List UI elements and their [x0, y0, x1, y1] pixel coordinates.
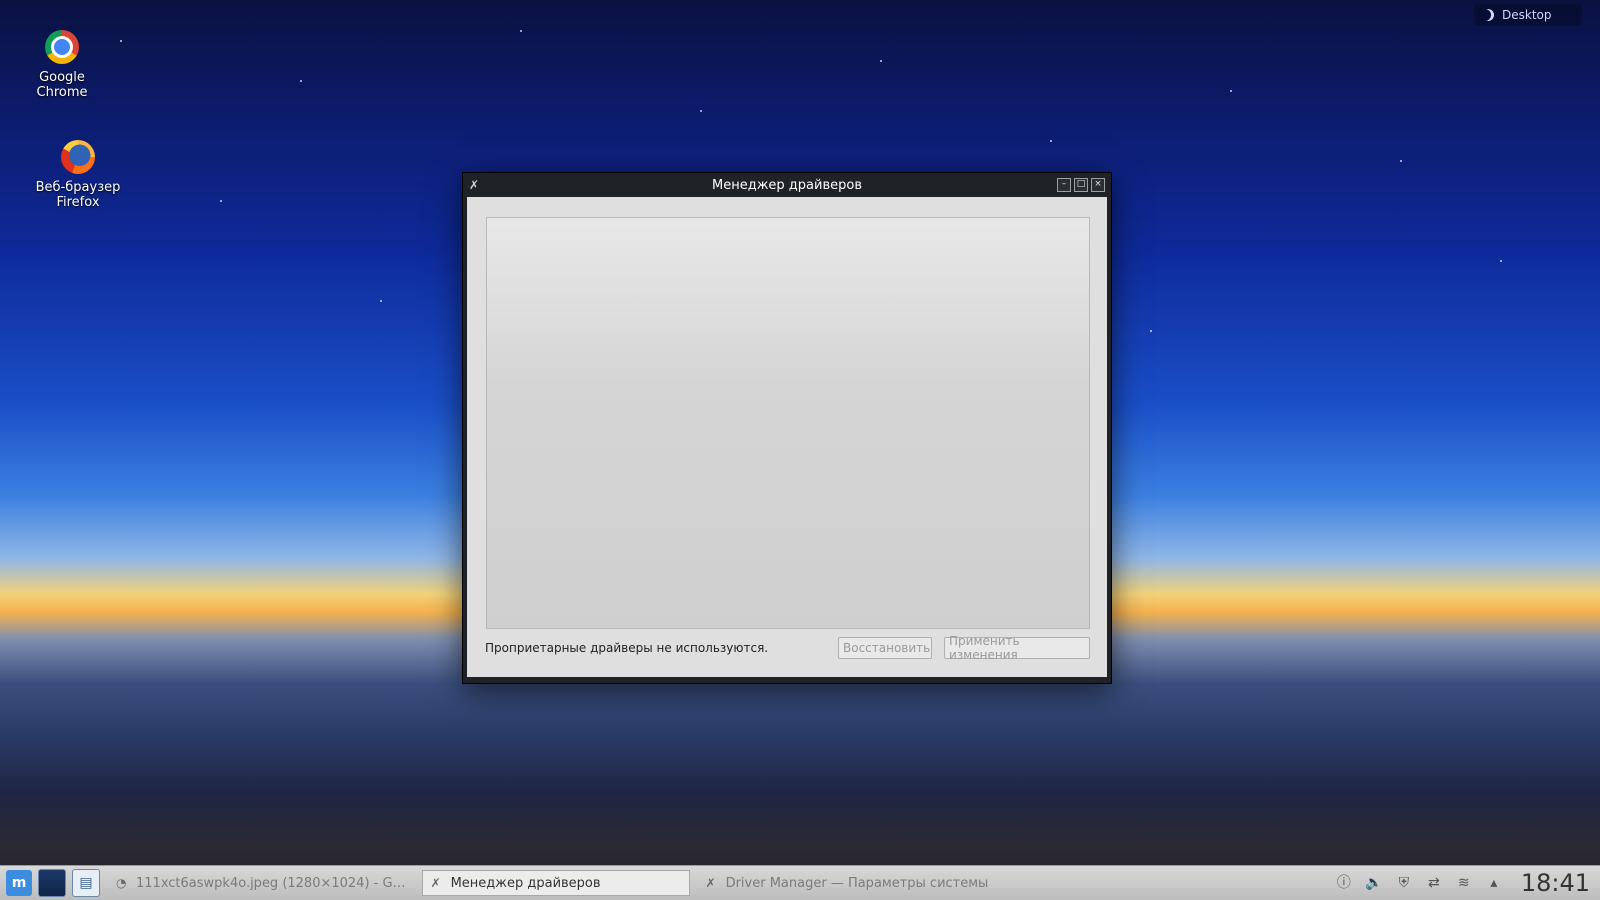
desktop-icon-label: Google	[39, 70, 85, 85]
desktop-icon-firefox[interactable]: Веб-браузер Firefox	[28, 140, 128, 210]
task-image-viewer[interactable]: ◔ 111xct6aswpk4o.jpeg (1280×1024) - G…	[108, 870, 414, 896]
star	[700, 110, 702, 112]
shield-icon[interactable]: ⛨	[1395, 874, 1413, 892]
tray-expand-icon[interactable]: ▴	[1485, 874, 1503, 892]
task-system-settings[interactable]: ✗ Driver Manager — Параметры системы	[698, 870, 997, 896]
task-driver-manager[interactable]: ✗ Менеджер драйверов	[421, 870, 690, 896]
desktop-widget-label: Desktop	[1502, 8, 1552, 22]
close-button[interactable]: ×	[1091, 178, 1105, 192]
star	[1230, 90, 1232, 92]
star	[300, 80, 302, 82]
desktop-icon-label: Chrome	[36, 85, 88, 100]
star	[1400, 160, 1402, 162]
driver-list[interactable]	[486, 217, 1090, 629]
moon-icon	[1482, 9, 1494, 21]
star	[1150, 330, 1152, 332]
settings-task-icon: ✗	[705, 876, 716, 890]
app-icon: ✗	[469, 178, 480, 192]
window-controls: – □ ×	[1057, 178, 1105, 192]
volume-icon[interactable]: 🔈	[1365, 874, 1383, 892]
star	[220, 200, 222, 202]
window-title: Менеджер драйверов	[712, 177, 862, 193]
network-icon[interactable]: ⇄	[1425, 874, 1443, 892]
chrome-icon	[45, 30, 79, 64]
task-label: Менеджер драйверов	[450, 875, 601, 891]
desktop-icon-label: Firefox	[56, 195, 100, 210]
maximize-button[interactable]: □	[1074, 178, 1088, 192]
window-titlebar[interactable]: ✗ Менеджер драйверов – □ ×	[463, 173, 1111, 197]
driver-task-icon: ✗	[430, 876, 441, 890]
desktop-widget[interactable]: Desktop	[1474, 4, 1582, 26]
desktop-icon-chrome[interactable]: Google Chrome	[12, 30, 112, 100]
task-label: Driver Manager — Параметры системы	[725, 875, 989, 891]
menu-icon[interactable]: m	[6, 870, 32, 896]
restore-button[interactable]: Восстановить	[838, 637, 932, 659]
browser-task-icon: ◔	[116, 876, 127, 890]
desktop-show-icon[interactable]	[38, 869, 66, 897]
apply-button[interactable]: Применить изменения	[944, 634, 1090, 662]
star	[120, 40, 122, 42]
clock[interactable]: 18:41	[1521, 869, 1590, 897]
firefox-icon	[61, 140, 95, 174]
driver-manager-window: ✗ Менеджер драйверов – □ × Проприетарные…	[462, 172, 1112, 684]
star	[1500, 260, 1502, 262]
minimize-button[interactable]: –	[1057, 178, 1071, 192]
desktop-icon-label: Веб-браузер	[35, 180, 121, 195]
star	[520, 30, 522, 32]
star	[380, 300, 382, 302]
system-tray: ⓘ 🔈 ⛨ ⇄ ≋ ▴ 18:41	[1335, 869, 1600, 897]
task-label: 111xct6aswpk4o.jpeg (1280×1024) - G…	[136, 875, 406, 891]
star	[880, 60, 882, 62]
status-text: Проприетарные драйверы не используются.	[485, 641, 769, 655]
window-client: Проприетарные драйверы не используются. …	[467, 197, 1107, 677]
taskbar: m ▤ ◔ 111xct6aswpk4o.jpeg (1280×1024) - …	[0, 865, 1600, 900]
wifi-icon[interactable]: ≋	[1455, 874, 1473, 892]
notifications-icon[interactable]: ⓘ	[1335, 874, 1353, 892]
star	[1050, 140, 1052, 142]
file-manager-icon[interactable]: ▤	[72, 869, 100, 897]
